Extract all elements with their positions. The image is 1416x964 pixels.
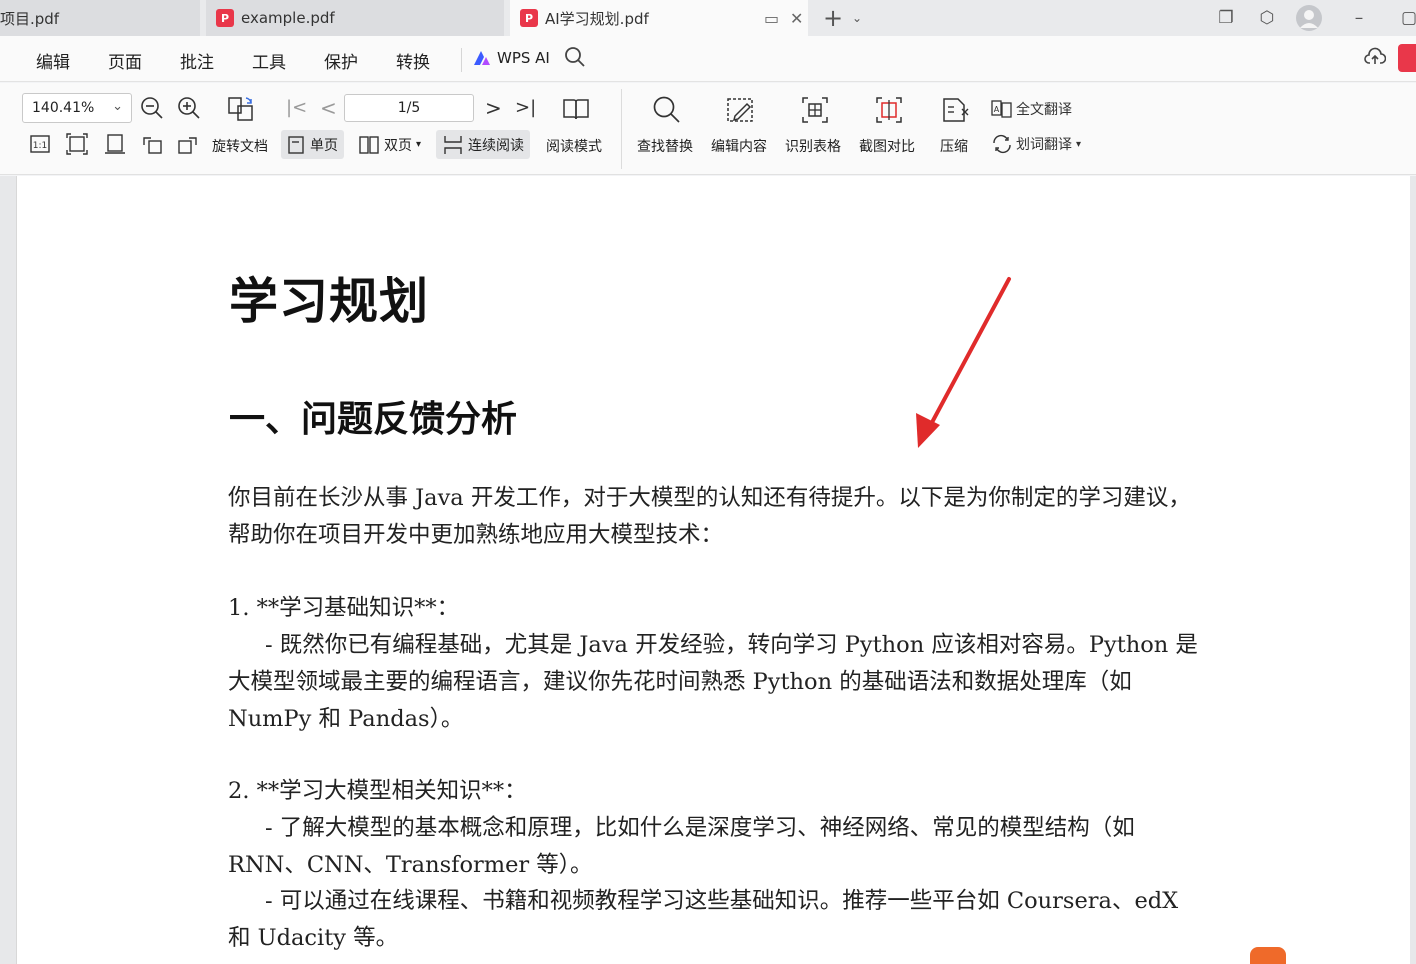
zoom-out-icon[interactable] xyxy=(140,96,164,120)
zoom-value: 140.41% xyxy=(32,100,95,116)
floating-assistant-icon[interactable] xyxy=(1250,947,1286,964)
tab-bar: 项目.pdf P example.pdf P AI学习规划.pdf ▭ ✕ + … xyxy=(0,0,1416,36)
tab-label: 项目.pdf xyxy=(0,9,60,28)
intro-paragraph: 你目前在长沙从事 Java 开发工作，对于大模型的认知还有待提升。以下是为你制定… xyxy=(228,485,1191,548)
chevron-down-icon[interactable]: ⌄ xyxy=(843,4,871,32)
item1-heading: 1. **学习基础知识**： xyxy=(228,595,460,621)
single-page-button[interactable]: 单页 xyxy=(281,130,344,159)
share-button[interactable] xyxy=(1398,44,1416,72)
menu-convert[interactable]: 转换 xyxy=(396,48,430,73)
continuous-reading-icon xyxy=(444,135,462,154)
avatar[interactable] xyxy=(1295,4,1323,32)
rotate-right-icon[interactable] xyxy=(177,133,199,155)
search-icon[interactable] xyxy=(564,46,586,73)
tab-project-pdf[interactable]: 项目.pdf xyxy=(0,0,200,36)
actual-size-icon[interactable]: 1:1 xyxy=(29,133,51,155)
continuous-reading-button[interactable]: 连续阅读 xyxy=(436,130,530,159)
edit-content-label[interactable]: 编辑内容 xyxy=(711,136,767,156)
full-translate-label: 全文翻译 xyxy=(1016,102,1072,118)
restore-window-icon[interactable]: ❐ xyxy=(1212,4,1240,32)
first-page-icon[interactable]: |< xyxy=(286,97,307,118)
wps-ai-button[interactable]: WPS AI xyxy=(473,49,550,67)
menu-tools[interactable]: 工具 xyxy=(252,48,286,73)
reading-mode-icon[interactable] xyxy=(562,95,590,123)
menu-edit[interactable]: 编辑 xyxy=(36,48,70,73)
maximize-icon[interactable]: ▢ xyxy=(1395,4,1416,32)
last-page-icon[interactable]: >| xyxy=(515,97,536,118)
monitor-icon[interactable]: ▭ xyxy=(764,9,779,28)
recognize-table-label[interactable]: 识别表格 xyxy=(785,136,841,156)
single-page-icon xyxy=(288,135,304,154)
menu-divider xyxy=(461,48,462,72)
rotate-document-label[interactable]: 旋转文档 xyxy=(212,136,268,156)
recognize-table-icon[interactable] xyxy=(800,95,830,125)
pdf-file-icon: P xyxy=(216,9,234,27)
close-tab-icon[interactable]: ✕ xyxy=(790,9,803,28)
pdf-page: 学习规划 一、问题反馈分析 你目前在长沙从事 Java 开发工作，对于大模型的认… xyxy=(16,176,1410,964)
menu-bar: 编辑 页面 批注 工具 保护 转换 WPS AI xyxy=(0,36,1416,82)
screenshot-compare-icon[interactable] xyxy=(874,95,904,125)
pdf-file-icon: P xyxy=(520,9,538,27)
edit-content-icon[interactable] xyxy=(725,95,757,125)
tab-ai-plan-pdf[interactable]: P AI学习规划.pdf ▭ ✕ xyxy=(510,0,808,36)
find-replace-label[interactable]: 查找替换 xyxy=(637,136,693,156)
tab-label: AI学习规划.pdf xyxy=(545,9,649,28)
menu-page[interactable]: 页面 xyxy=(108,48,142,73)
fit-icon-text: 1:1 xyxy=(33,141,47,151)
page-number-input[interactable]: 1/5 xyxy=(344,94,474,122)
fit-width-icon[interactable] xyxy=(104,133,126,155)
reading-mode-label[interactable]: 阅读模式 xyxy=(546,136,602,156)
chevron-down-icon: ▾ xyxy=(1076,138,1082,150)
menu-protect[interactable]: 保护 xyxy=(324,48,358,73)
translate-icon: A xyxy=(991,100,1012,118)
rotate-left-icon[interactable] xyxy=(141,133,163,155)
chevron-down-icon: ▾ xyxy=(416,139,422,150)
fit-page-icon[interactable] xyxy=(66,133,88,155)
double-page-label: 双页 xyxy=(384,137,412,154)
item2-heading: 2. **学习大模型相关知识**： xyxy=(228,778,527,804)
find-replace-icon[interactable] xyxy=(652,95,682,125)
continuous-reading-label: 连续阅读 xyxy=(468,137,524,154)
next-page-icon[interactable]: > xyxy=(485,96,502,120)
single-page-label: 单页 xyxy=(310,137,338,154)
full-translate-button[interactable]: A 全文翻译 xyxy=(991,99,1072,119)
document-viewport[interactable]: 学习规划 一、问题反馈分析 你目前在长沙从事 Java 开发工作，对于大模型的认… xyxy=(0,176,1416,964)
item2-body-b: - 可以通过在线课程、书籍和视频教程学习这些基础知识。推荐一些平台如 Cours… xyxy=(228,888,1179,951)
wps-ai-icon xyxy=(474,51,490,65)
document-title: 学习规划 xyxy=(229,272,430,330)
page-number-value: 1/5 xyxy=(397,100,421,116)
rotate-document-icon[interactable] xyxy=(226,95,256,123)
menu-annotate[interactable]: 批注 xyxy=(180,48,214,73)
zoom-select[interactable]: 140.41% ⌄ xyxy=(22,93,132,123)
wps-ai-label: WPS AI xyxy=(497,49,550,67)
tab-example-pdf[interactable]: P example.pdf xyxy=(206,0,504,36)
compress-icon[interactable] xyxy=(940,95,970,125)
word-translate-label: 划词翻译 xyxy=(1016,137,1072,153)
prev-page-icon[interactable]: < xyxy=(320,96,337,120)
svg-text:A: A xyxy=(994,105,1000,114)
tab-label: example.pdf xyxy=(241,9,335,27)
double-page-button[interactable]: 双页 ▾ xyxy=(352,130,427,159)
cloud-upload-icon[interactable] xyxy=(1364,46,1387,73)
screenshot-compare-label[interactable]: 截图对比 xyxy=(859,136,915,156)
double-page-icon xyxy=(359,135,379,154)
compress-label[interactable]: 压缩 xyxy=(940,136,968,156)
chevron-down-icon: ⌄ xyxy=(112,99,123,114)
item1-body: - 既然你已有编程基础，尤其是 Java 开发经验，转向学习 Python 应该… xyxy=(228,632,1198,732)
item2-body-a: - 了解大模型的基本概念和原理，比如什么是深度学习、神经网络、常见的模型结构（如… xyxy=(228,815,1135,878)
toolbar: 140.41% ⌄ |< < 1/5 > >| 1:1 旋转文档 单页 双页 ▾… xyxy=(0,83,1416,175)
minimize-icon[interactable]: – xyxy=(1345,4,1373,32)
word-translate-button[interactable]: 划词翻译 ▾ xyxy=(991,134,1081,154)
toolbar-divider xyxy=(621,89,622,169)
section-heading: 一、问题反馈分析 xyxy=(229,399,518,440)
cube-icon[interactable]: ⬡ xyxy=(1253,4,1281,32)
word-translate-icon xyxy=(993,134,1011,154)
zoom-in-icon[interactable] xyxy=(177,96,201,120)
